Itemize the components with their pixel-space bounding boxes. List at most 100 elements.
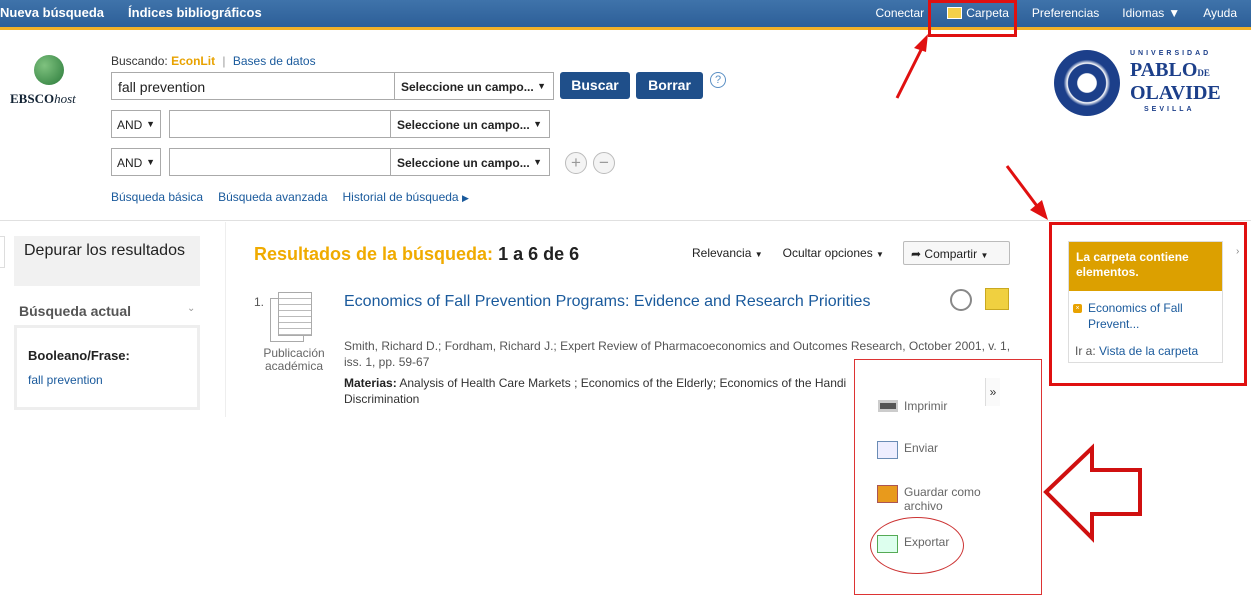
univ-name: PABLODE OLAVIDE — [1130, 60, 1221, 103]
nueva-busqueda-link[interactable]: Nueva búsqueda — [0, 5, 104, 20]
separator: | — [222, 54, 226, 68]
result-number: 1. — [254, 295, 265, 309]
divider — [225, 222, 226, 417]
result-subjects: Materias: Analysis of Health Care Market… — [344, 375, 864, 407]
help-icon[interactable]: ? — [710, 72, 726, 88]
bool-select-2[interactable]: AND ▼ — [111, 148, 161, 176]
collapse-chevron-icon[interactable]: » — [985, 378, 1000, 406]
collapse-tab[interactable] — [0, 236, 5, 268]
caret-down-icon: ▼ — [754, 250, 763, 259]
top-navigation-bar: Nueva búsqueda Índices bibliográficos Co… — [0, 0, 1251, 30]
caret-down-icon: ▼ — [146, 119, 155, 129]
caret-down-icon: ▼ — [876, 250, 884, 259]
university-seal — [1054, 50, 1120, 116]
results-range: 1 a 6 de 6 — [498, 244, 580, 264]
guardar-tool[interactable]: Guardar como archivo — [877, 485, 984, 513]
busqueda-basica-link[interactable]: Búsqueda básica — [111, 190, 203, 204]
buscar-button[interactable]: Buscar — [560, 72, 630, 99]
preferencias-link[interactable]: Preferencias — [1032, 6, 1099, 20]
relevancia-label: Relevancia — [692, 246, 752, 260]
remove-row-icon[interactable]: − — [593, 152, 615, 174]
chevron-down-icon[interactable]: ⌄ — [187, 303, 195, 314]
academic-journal-icon[interactable] — [266, 292, 316, 342]
result-options: Relevancia ▼ Ocultar opciones ▼ — [692, 246, 884, 260]
field-select-1[interactable]: Seleccione un campo... ▼ — [394, 72, 554, 100]
field-select-2[interactable]: Seleccione un campo... ▼ — [390, 110, 550, 138]
search-input-2[interactable] — [169, 110, 391, 138]
globe-icon — [34, 55, 64, 85]
add-row-icon[interactable]: + — [565, 152, 587, 174]
logo-suffix: host — [54, 91, 76, 106]
caret-down-icon: ▼ — [533, 119, 542, 129]
idiomas-menu[interactable]: Idiomas ▼ — [1122, 6, 1180, 20]
ebscohost-logo: EBSCOhost — [10, 55, 92, 107]
highlight-oval — [870, 517, 964, 574]
univ-name-1: PABLO — [1130, 59, 1198, 81]
relevancia-sort[interactable]: Relevancia ▼ — [692, 246, 763, 260]
busqueda-avanzada-link[interactable]: Búsqueda avanzada — [218, 190, 327, 204]
field-select-3-label: Seleccione un campo... — [397, 156, 530, 170]
compartir-button[interactable]: ➦ Compartir ▼ — [903, 241, 1010, 265]
ayuda-link[interactable]: Ayuda — [1203, 6, 1237, 20]
arrow-to-carpeta — [895, 34, 928, 99]
buscando-label: Buscando: — [111, 54, 168, 68]
historial-label: Historial de búsqueda — [342, 190, 459, 204]
share-icon: ➦ — [911, 247, 922, 261]
borrar-button[interactable]: Borrar — [636, 72, 703, 99]
current-search-label[interactable]: Búsqueda actual — [19, 303, 131, 319]
materias-label: Materias: — [344, 376, 397, 390]
caret-down-icon: ▼ — [533, 157, 542, 167]
current-search-box: Booleano/Frase: fall prevention — [14, 325, 200, 410]
add-to-folder-icon[interactable] — [985, 288, 1009, 310]
boolean-phrase-value[interactable]: fall prevention — [28, 373, 186, 387]
enviar-tool[interactable]: Enviar — [877, 441, 938, 459]
imprimir-tool[interactable]: Imprimir — [877, 397, 947, 415]
result-title-link[interactable]: Economics of Fall Prevention Programs: E… — [344, 291, 904, 312]
univ-name-2: OLAVIDE — [1130, 82, 1221, 104]
logo-brand: EBSCO — [10, 91, 55, 106]
annotation-box-panel — [1049, 222, 1247, 386]
save-disk-icon — [877, 485, 898, 503]
bool-1-label: AND — [117, 118, 143, 132]
search-links: Búsqueda básica Búsqueda avanzada Histor… — [111, 190, 469, 204]
bool-2-label: AND — [117, 156, 143, 170]
database-name: EconLit — [171, 54, 216, 68]
imprimir-label: Imprimir — [904, 399, 948, 413]
arrow-to-panel — [1005, 165, 1048, 220]
doc-page-front — [278, 292, 312, 336]
historial-busqueda-link[interactable]: Historial de búsqueda ▶ — [343, 190, 469, 204]
results-label: Resultados de la búsqueda: — [254, 244, 494, 264]
guardar-label: Guardar como archivo — [904, 485, 981, 513]
idiomas-label: Idiomas — [1122, 6, 1165, 20]
preview-magnifier-icon[interactable] — [950, 289, 972, 311]
big-left-arrow — [1043, 443, 1142, 543]
annotation-box-carpeta — [928, 0, 1017, 37]
results-title: Resultados de la búsqueda: 1 a 6 de 6 — [254, 244, 579, 265]
field-select-3[interactable]: Seleccione un campo... ▼ — [390, 148, 550, 176]
field-select-2-label: Seleccione un campo... — [397, 118, 530, 132]
materias-value: Analysis of Health Care Markets ; Econom… — [399, 376, 847, 390]
indices-bibliograficos-link[interactable]: Índices bibliográficos — [128, 5, 262, 20]
ocultar-label: Ocultar opciones — [782, 246, 873, 260]
compartir-label: Compartir — [924, 247, 978, 261]
boolean-phrase-label: Booleano/Frase: — [28, 348, 130, 363]
triangle-right-icon: ▶ — [461, 193, 469, 203]
conectar-link[interactable]: Conectar — [875, 6, 924, 20]
search-input-3[interactable] — [169, 148, 391, 176]
bases-de-datos-link[interactable]: Bases de datos — [233, 54, 316, 68]
caret-down-icon: ▼ — [980, 251, 989, 260]
university-logo: UNIVERSIDAD PABLODE OLAVIDE SEVILLA — [1054, 50, 1226, 116]
bool-select-1[interactable]: AND ▼ — [111, 110, 161, 138]
printer-icon — [877, 397, 898, 415]
searching-in: Buscando: EconLit | Bases de datos — [111, 54, 316, 68]
refine-results-header: Depurar los resultados — [14, 236, 200, 286]
caret-down-icon: ▼ — [1168, 6, 1181, 20]
univ-top: UNIVERSIDAD — [1130, 50, 1212, 57]
email-icon — [877, 441, 898, 459]
divider — [0, 220, 1251, 221]
univ-de: DE — [1197, 68, 1210, 78]
univ-bottom: SEVILLA — [1144, 106, 1195, 113]
search-input-1[interactable]: fall prevention — [111, 72, 395, 100]
field-select-1-label: Seleccione un campo... — [401, 80, 534, 94]
ocultar-opciones[interactable]: Ocultar opciones ▼ — [783, 246, 884, 260]
